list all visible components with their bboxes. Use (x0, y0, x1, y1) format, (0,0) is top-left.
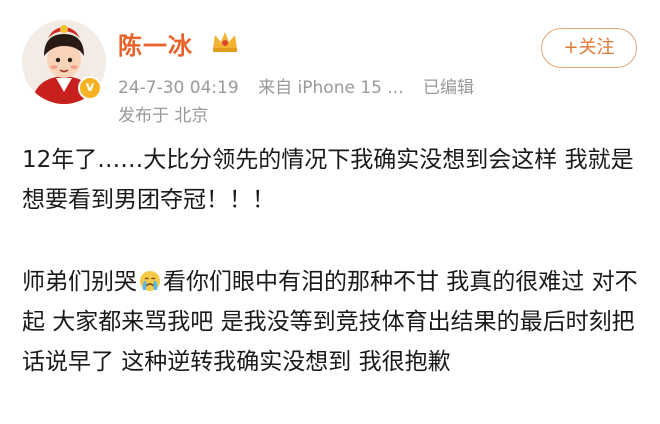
post-content: 12年了……大比分领先的情况下我确实没想到会这样 我就是想要看到男团夺冠！！！ … (22, 140, 638, 382)
post-source[interactable]: 来自 iPhone 15 ... (258, 78, 403, 98)
follow-button[interactable]: +关注 (541, 28, 637, 68)
username[interactable]: 陈一冰 (118, 26, 193, 61)
crown-badge-icon[interactable] (210, 27, 240, 55)
post-timestamp: 24-7-30 04:19 (118, 78, 239, 98)
post-location: 发布于 北京 (118, 106, 209, 126)
post-meta: 24-7-30 04:19 来自 iPhone 15 ... 已编辑 (118, 73, 488, 98)
verified-badge-icon: v (78, 76, 102, 100)
crying-face-icon (140, 271, 160, 291)
post-paragraph-1: 12年了……大比分领先的情况下我确实没想到会这样 我就是想要看到男团夺冠！！！ (22, 147, 634, 213)
edited-label[interactable]: 已编辑 (423, 78, 474, 98)
paragraph-2-text-start: 师弟们别哭 (22, 269, 137, 295)
post-paragraph-2: 师弟们别哭 看你们眼中有泪的那种不甘 我真的很难过 对不起 大家都来骂我吧 是我… (22, 262, 638, 382)
